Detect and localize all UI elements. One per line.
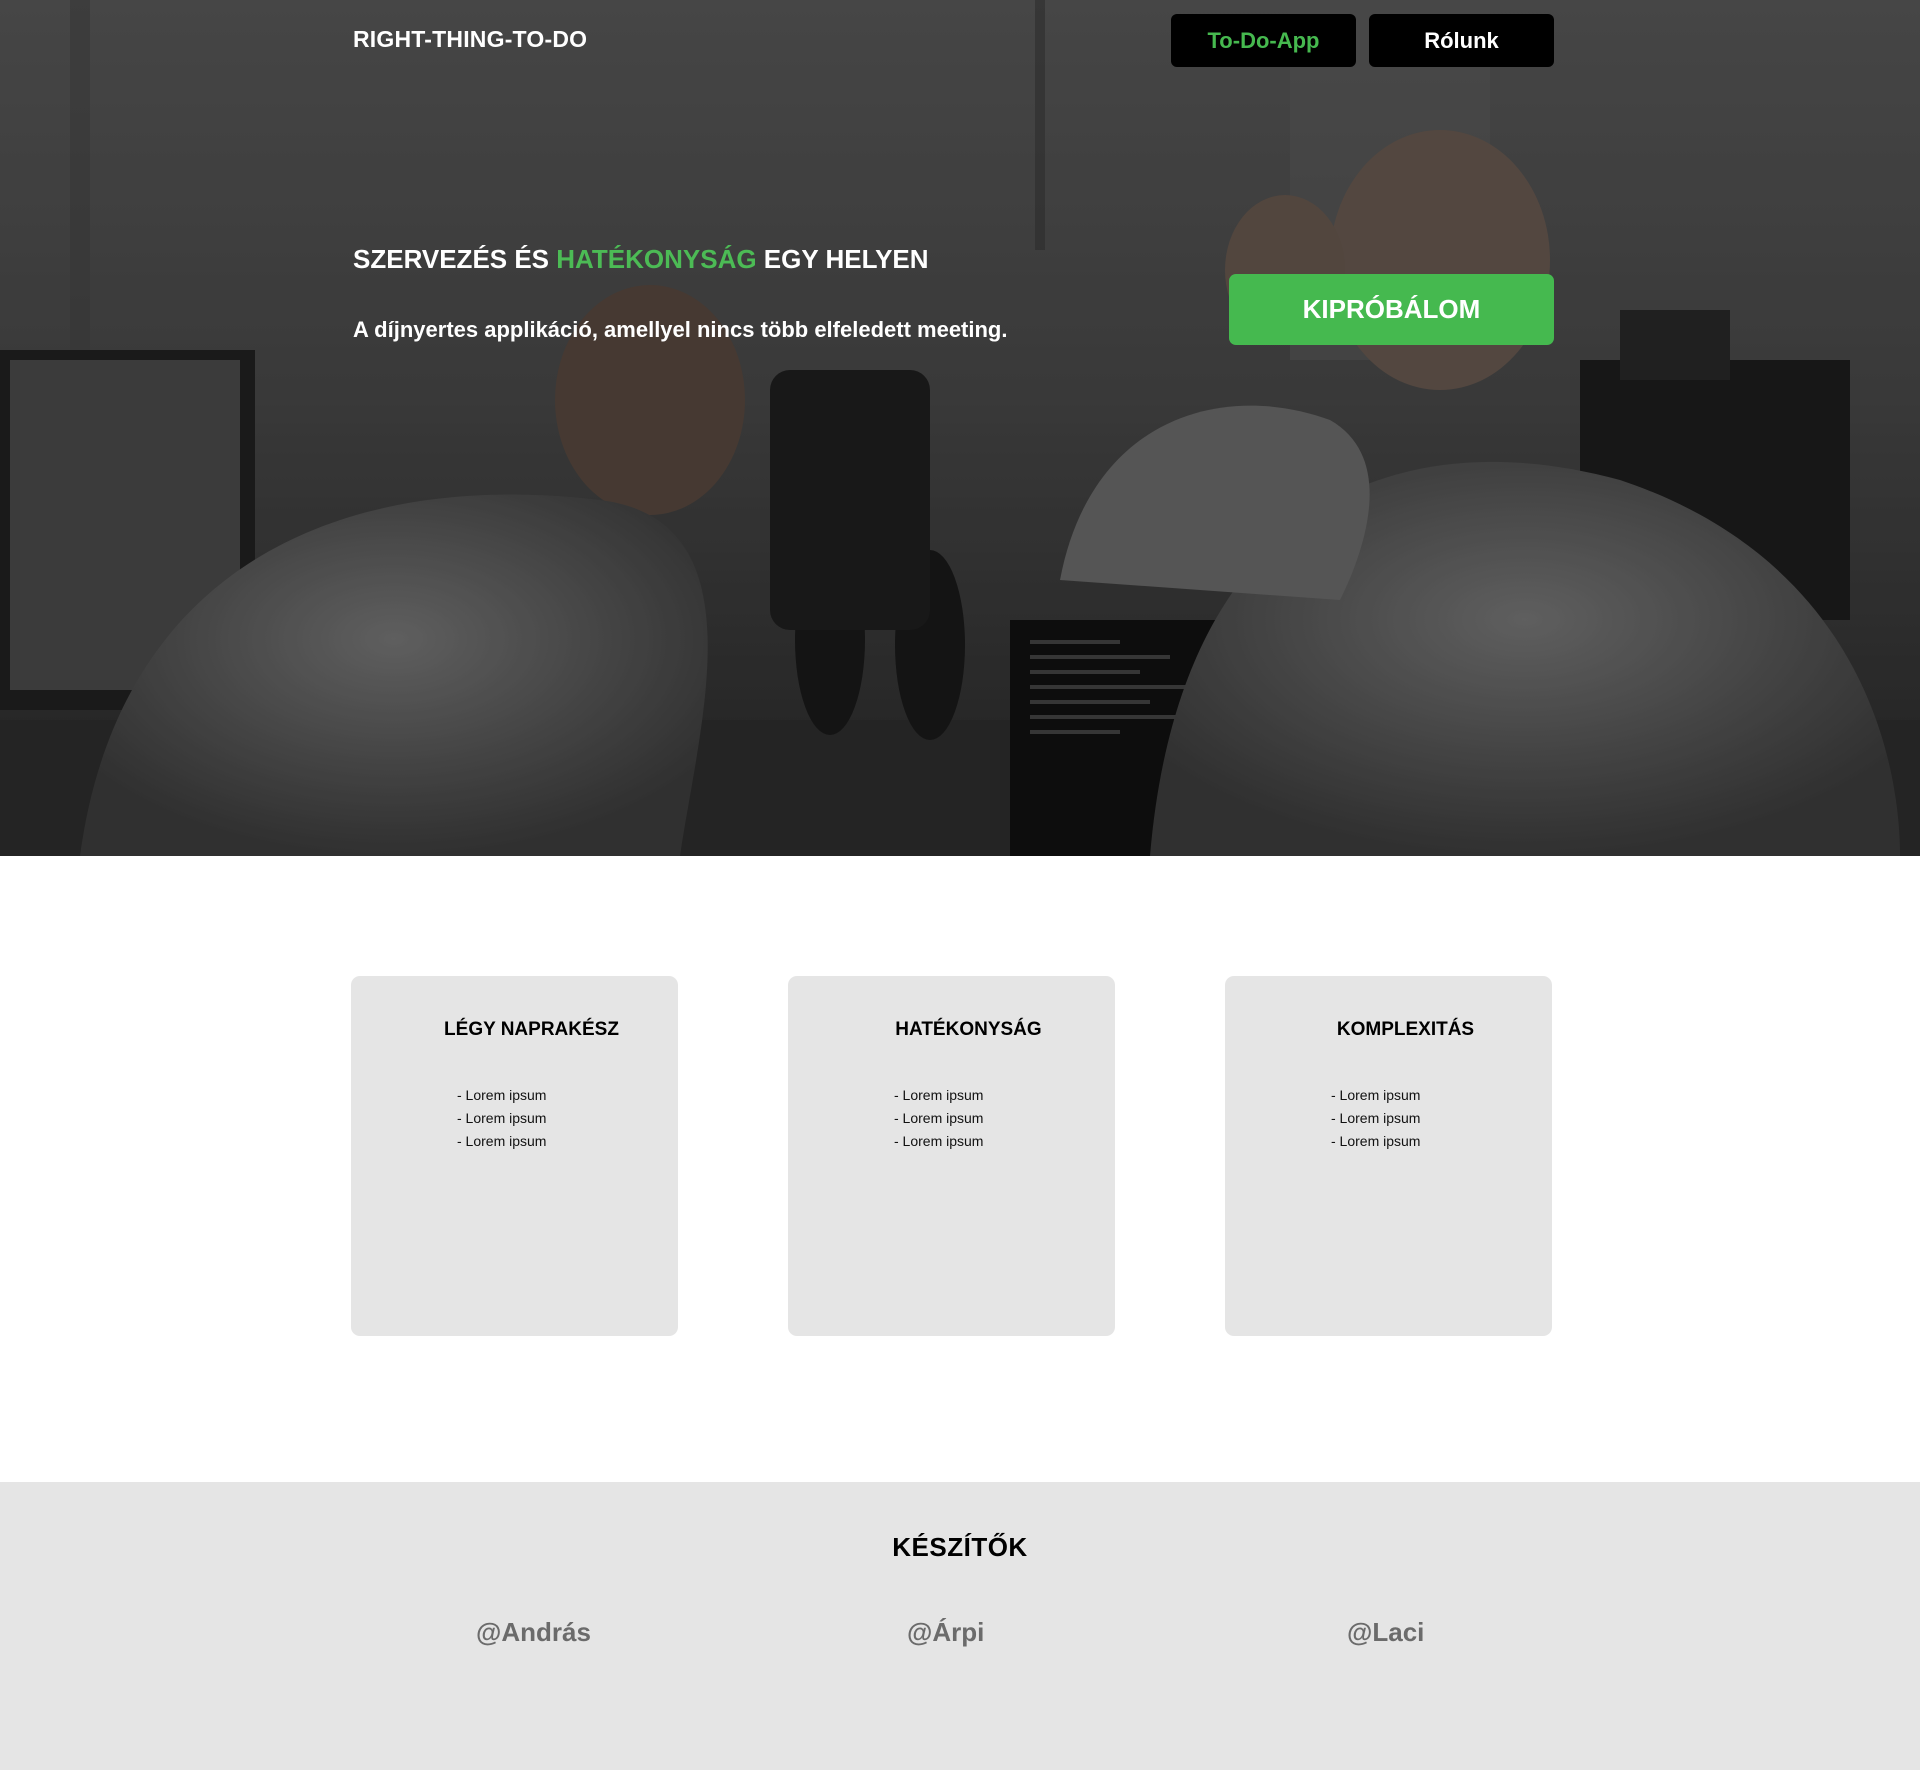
list-item: - Lorem ipsum (457, 1087, 547, 1103)
creators-footer: KÉSZÍTŐK @András @Árpi @Laci (0, 1482, 1920, 1770)
nav-about-button[interactable]: Rólunk (1369, 14, 1554, 67)
try-it-button[interactable]: KIPRÓBÁLOM (1229, 274, 1554, 345)
site-logo[interactable]: RIGHT-THING-TO-DO (353, 26, 587, 53)
author-name: @Árpi (907, 1617, 985, 1647)
feature-card: KOMPLEXITÁS - Lorem ipsum - Lorem ipsum … (1225, 976, 1552, 1336)
list-item: - Lorem ipsum (1331, 1087, 1421, 1103)
list-item: - Lorem ipsum (894, 1087, 984, 1103)
hero-title-accent: HATÉKONYSÁG (556, 244, 757, 274)
author-name: @András (476, 1617, 591, 1647)
feature-list: - Lorem ipsum - Lorem ipsum - Lorem ipsu… (894, 1084, 983, 1153)
author-name: @Laci (1347, 1617, 1425, 1647)
hero-subtitle: A díjnyertes applikáció, amellyel nincs … (353, 317, 1008, 342)
feature-card: LÉGY NAPRAKÉSZ - Lorem ipsum - Lorem ips… (351, 976, 678, 1336)
hero-title-part2: EGY HELYEN (756, 244, 929, 274)
list-item: - Lorem ipsum (457, 1110, 547, 1126)
feature-card-title: LÉGY NAPRAKÉSZ (444, 1019, 619, 1040)
feature-card: HATÉKONYSÁG - Lorem ipsum - Lorem ipsum … (788, 976, 1115, 1336)
list-item: - Lorem ipsum (1331, 1133, 1421, 1149)
feature-list: - Lorem ipsum - Lorem ipsum - Lorem ipsu… (457, 1084, 546, 1153)
hero-title: SZERVEZÉS ÉS HATÉKONYSÁG EGY HELYEN (353, 244, 929, 275)
list-item: - Lorem ipsum (894, 1110, 984, 1126)
list-item: - Lorem ipsum (457, 1133, 547, 1149)
hero-section: RIGHT-THING-TO-DO To-Do-App Rólunk SZERV… (0, 0, 1920, 856)
nav-todo-app-button[interactable]: To-Do-App (1171, 14, 1356, 67)
feature-card-title: KOMPLEXITÁS (1336, 1019, 1475, 1040)
list-item: - Lorem ipsum (1331, 1110, 1421, 1126)
hero-title-part1: SZERVEZÉS ÉS (353, 244, 557, 274)
feature-card-title: HATÉKONYSÁG (895, 1019, 1042, 1040)
list-item: - Lorem ipsum (894, 1133, 984, 1149)
feature-list: - Lorem ipsum - Lorem ipsum - Lorem ipsu… (1331, 1084, 1420, 1153)
hero-dark-overlay (0, 0, 1920, 856)
creators-title: KÉSZÍTŐK (892, 1532, 1028, 1562)
